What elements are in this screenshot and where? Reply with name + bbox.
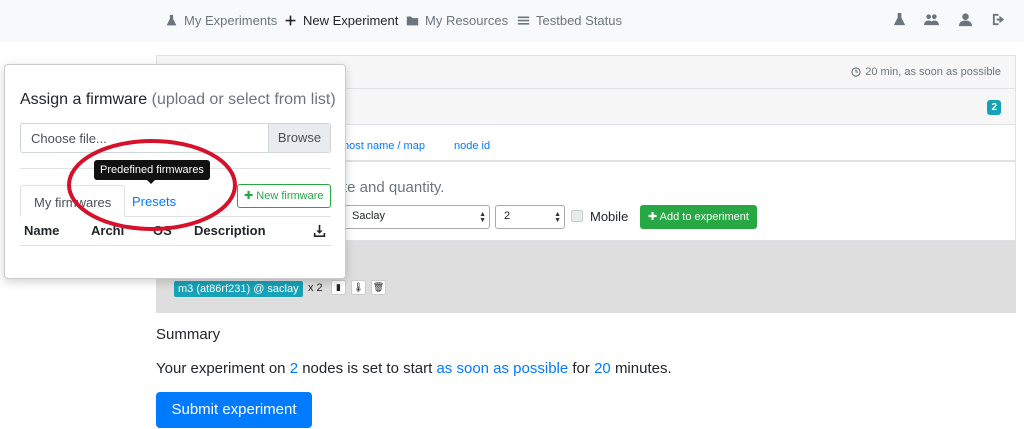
user-icon	[958, 13, 973, 27]
trash-icon[interactable]: 🗑	[371, 280, 386, 295]
column-name: Name	[24, 223, 60, 238]
flask-icon	[893, 12, 906, 26]
probe-icon[interactable]: 🌡	[351, 280, 366, 295]
admin-flask-button[interactable]	[892, 12, 907, 32]
summary-start-time: as soon as possible	[436, 360, 569, 377]
table-header-line	[20, 245, 331, 246]
summary-duration: 20	[594, 360, 611, 377]
nav-my-resources[interactable]: My Resources	[406, 13, 508, 28]
instruction-text: te and quantity.	[343, 179, 445, 196]
summary-node-count: 2	[289, 360, 299, 377]
site-select[interactable]: Saclay ▲ ▼	[343, 205, 490, 229]
users-button[interactable]	[924, 12, 939, 32]
select-caret-icon: ▲ ▼	[554, 211, 561, 224]
new-firmware-button[interactable]: ✚ New firmware	[237, 184, 331, 208]
plus-icon: ✚	[648, 211, 660, 223]
column-description: Description	[194, 223, 266, 238]
tab-node-id[interactable]: node id	[454, 140, 490, 152]
summary-title: Summary	[156, 326, 221, 343]
folder-icon	[406, 16, 419, 26]
tab-my-firmwares[interactable]: My firmwares	[20, 185, 126, 217]
browse-button[interactable]: Browse	[268, 124, 330, 152]
quantity-select[interactable]: 2 ▲ ▼	[495, 205, 565, 229]
summary-text: Your experiment on 2 nodes is set to sta…	[156, 360, 672, 377]
select-caret-icon: ▲ ▼	[479, 211, 486, 224]
clock-icon	[851, 67, 861, 77]
mobile-label: Mobile	[590, 209, 629, 224]
plus-icon	[285, 15, 296, 26]
users-icon	[924, 14, 939, 26]
list-icon	[517, 16, 530, 25]
firmware-chip-icon[interactable]: ▮	[331, 280, 346, 295]
add-to-experiment-button[interactable]: ✚ Add to experiment	[640, 205, 757, 229]
plus-icon: ✚	[244, 190, 257, 202]
top-navbar: My Experiments New Experiment My Resourc…	[0, 0, 1024, 42]
mobile-checkbox[interactable]	[571, 210, 583, 222]
user-button[interactable]	[958, 12, 973, 32]
nav-my-experiments[interactable]: My Experiments	[165, 13, 277, 28]
duration-text: 20 min, as soon as possible	[865, 66, 1001, 78]
flask-icon	[166, 14, 177, 26]
column-archi: Archi	[91, 223, 125, 238]
submit-experiment-button[interactable]: Submit experiment	[156, 392, 312, 428]
download-icon[interactable]	[313, 224, 326, 237]
logout-button[interactable]	[991, 12, 1006, 32]
tab-presets[interactable]: Presets	[119, 185, 189, 217]
popover-title: Assign a firmware (upload or select from…	[20, 91, 336, 108]
selected-node-multiplier: x 2	[308, 282, 323, 294]
nav-new-experiment[interactable]: New Experiment	[284, 13, 398, 28]
tab-host-name-map[interactable]: host name / map	[343, 140, 425, 152]
presets-tooltip: Predefined firmwares	[94, 160, 210, 180]
tooltip-arrow	[146, 179, 156, 184]
firmware-file-input[interactable]: Choose file... Browse	[20, 123, 331, 153]
column-os: OS	[153, 223, 172, 238]
node-count-badge: 2	[987, 100, 1001, 115]
logout-icon	[992, 13, 1005, 26]
nav-testbed-status[interactable]: Testbed Status	[517, 13, 622, 28]
selected-node-tag[interactable]: m3 (at86rf231) @ saclay	[174, 281, 303, 297]
